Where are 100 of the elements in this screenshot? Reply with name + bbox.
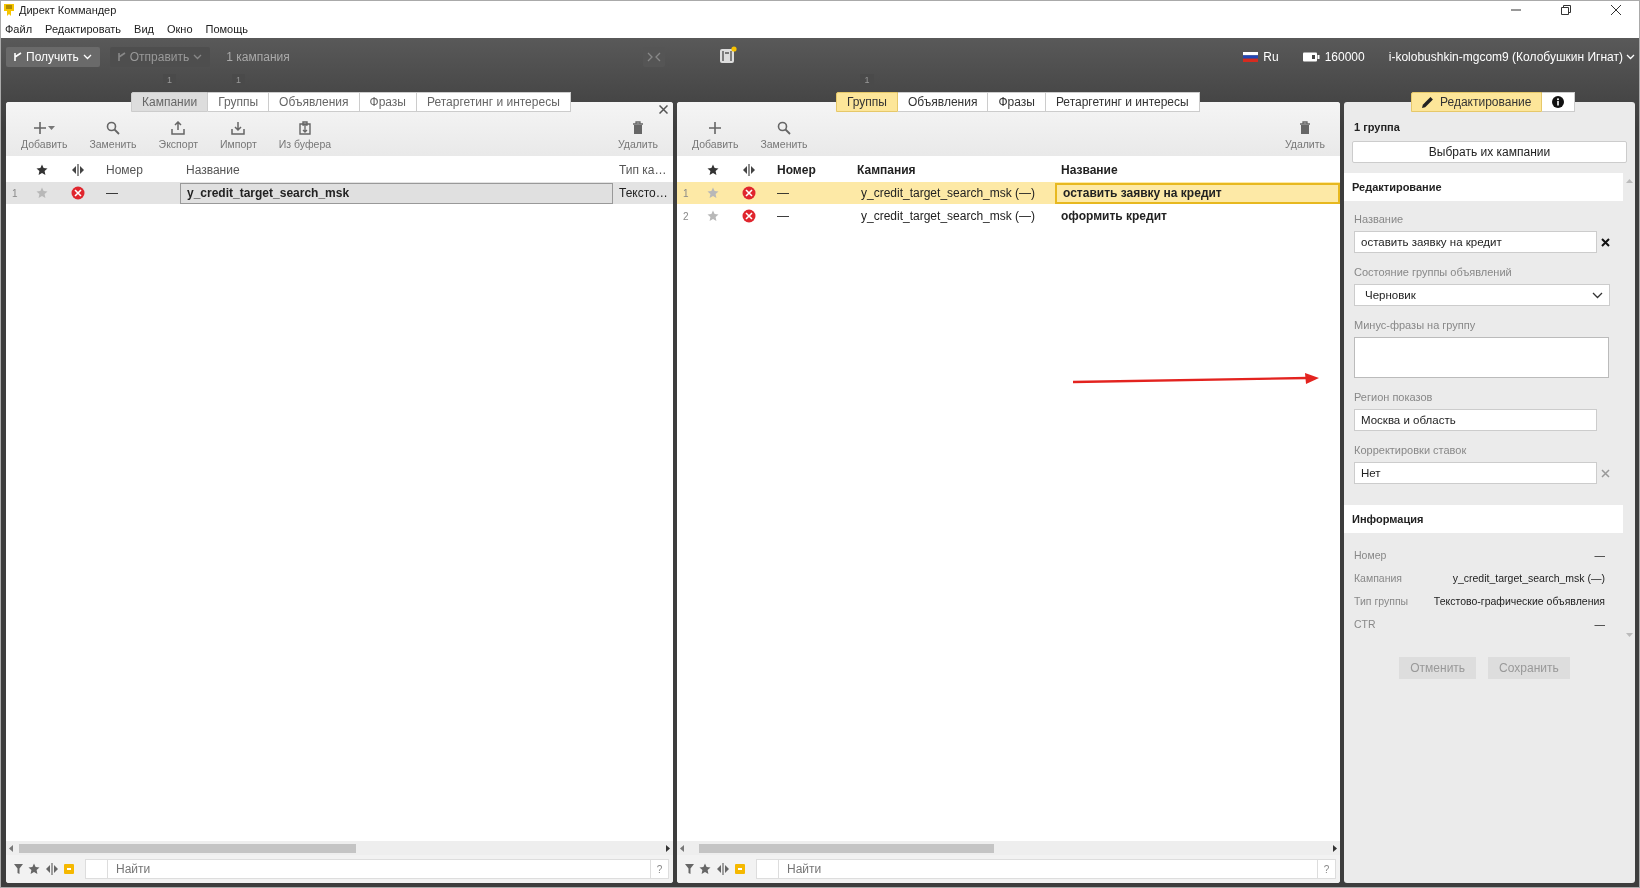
info-label: Кампания [1354, 571, 1403, 584]
tab[interactable]: Ретаргетинг и интересы [1045, 92, 1200, 112]
field-label: Состояние группы объявлений [1354, 266, 1513, 278]
flag-icon [1243, 51, 1259, 62]
points-count: 160000 [1324, 49, 1365, 64]
input-field[interactable]: Москва и область [1354, 409, 1597, 431]
star-icon [28, 863, 40, 875]
tab[interactable]: Фразы [359, 92, 417, 112]
window-title: Директ Коммандер [19, 4, 117, 16]
info-tab[interactable] [1542, 92, 1576, 112]
section-header: Информация [1344, 505, 1623, 533]
search-field[interactable]: Найти ? [85, 859, 669, 879]
table-cell-text: — [776, 209, 790, 223]
delete-button[interactable]: Удалить [608, 120, 667, 150]
close-icon[interactable] [659, 105, 668, 114]
scroll-left-icon[interactable] [680, 844, 684, 852]
table-row[interactable]: 2 — y_credit_target_search_msk (—) оформить кредит [677, 205, 1340, 227]
column-header[interactable]: Номер [771, 163, 851, 177]
menu-item[interactable]: Окно [166, 22, 193, 35]
column-header[interactable]: Тип ка… [613, 163, 673, 177]
table-row[interactable]: 1 — y_credit_target_search_msk (—) оставить заявку на кредит [677, 182, 1340, 204]
clear-icon[interactable] [1601, 237, 1610, 247]
menu-item[interactable]: Вид [134, 22, 154, 35]
tab[interactable]: Объявления [898, 92, 989, 112]
menu-item[interactable]: Файл [5, 22, 33, 35]
filter-icon[interactable] [685, 864, 694, 874]
star-icon [699, 863, 711, 875]
tab[interactable]: Группы [836, 92, 898, 112]
add-button[interactable]: Добавить [12, 120, 77, 150]
search-field[interactable]: Найти ? [756, 859, 1336, 879]
scroll-right-icon[interactable] [666, 844, 670, 852]
restore-icon[interactable] [1561, 5, 1571, 15]
select-campaigns-button[interactable]: Выбрать их кампании [1352, 141, 1627, 163]
row-number: 2 [682, 210, 690, 222]
info-value: Текстово-графические объявления [1433, 594, 1605, 607]
tab[interactable]: Группы [208, 92, 270, 112]
table-cell-text: y_credit_target_search_msk (—) [860, 186, 1037, 200]
chevron-down-icon [193, 53, 203, 60]
language-label[interactable]: Ru [1263, 49, 1279, 64]
tab[interactable]: Объявления [269, 92, 360, 112]
column-header[interactable]: Название [1055, 163, 1340, 177]
row-number: 1 [682, 187, 690, 199]
get-button[interactable]: Получить [6, 46, 100, 67]
help-button[interactable]: ? [1317, 860, 1335, 878]
info-value: — [1594, 548, 1605, 561]
scrollbar-thumb[interactable] [19, 843, 356, 853]
trash-icon [631, 121, 644, 135]
film-icon[interactable] [719, 46, 738, 64]
column-header[interactable]: Название [180, 163, 613, 177]
tab[interactable]: Фразы [988, 92, 1046, 112]
field-label: Корректировки ставок [1354, 444, 1468, 456]
close-icon[interactable] [1611, 5, 1621, 15]
tab[interactable]: Редактирование [1411, 92, 1543, 112]
user-name[interactable]: i-kolobushkin-mgcom9 (Колобушкин Игнат) [1388, 49, 1623, 64]
replace-button[interactable]: Заменить [751, 120, 817, 150]
column-header[interactable]: Кампания [851, 163, 1055, 177]
input-field[interactable]: оставить заявку на кредит [1354, 231, 1597, 253]
tab[interactable]: Кампании [131, 92, 209, 112]
scroll-left-icon[interactable] [9, 844, 13, 852]
trash-icon [1298, 121, 1311, 135]
export-button[interactable]: Экспорт [149, 120, 208, 150]
field-label: Минус-фразы на группу [1354, 319, 1477, 331]
input-field[interactable]: Нет [1354, 462, 1597, 484]
menu-item[interactable]: Помощь [205, 22, 248, 35]
info-label: CTR [1354, 617, 1376, 630]
filter-icon[interactable] [14, 864, 23, 874]
split-arrows-icon [742, 164, 756, 176]
plus-icon [33, 121, 48, 135]
split-arrows-icon [716, 863, 730, 875]
menu-item[interactable]: Редактировать [45, 22, 122, 35]
search-icon [777, 121, 791, 135]
dropdown[interactable]: Черновик [1354, 284, 1610, 306]
download-icon [231, 121, 246, 135]
info-value: y_credit_target_search_msk (—) [1452, 571, 1605, 584]
row-number: 1 [11, 187, 19, 199]
delete-button[interactable]: Удалить [1275, 120, 1334, 150]
help-button[interactable]: ? [650, 860, 668, 878]
column-header[interactable]: Номер [100, 163, 180, 177]
field-label: Название [1354, 213, 1405, 225]
split-arrows-icon [71, 164, 85, 176]
scrollbar-thumb[interactable] [698, 843, 995, 853]
scroll-right-icon[interactable] [1333, 844, 1337, 852]
table-cell-text: — [105, 186, 119, 200]
info-label: Тип группы [1354, 594, 1409, 607]
add-button[interactable]: Добавить [683, 120, 748, 150]
replace-button[interactable]: Заменить [80, 120, 146, 150]
star-icon [707, 164, 719, 176]
import-button[interactable]: Импорт [211, 120, 266, 150]
table-cell: y_credit_target_search_msk [180, 182, 613, 204]
selection-count: 1 группа [1353, 121, 1401, 133]
collapse-icon [647, 51, 662, 62]
table-row[interactable]: 1 — y_credit_target_search_msk Тексто… [6, 182, 673, 204]
chevron-down-icon [1626, 53, 1635, 60]
section-header: Редактирование [1344, 173, 1623, 201]
paste-button[interactable]: Из буфера [269, 120, 341, 150]
chevron-down-icon [82, 53, 92, 60]
table-cell: оставить заявку на кредит [1055, 182, 1340, 204]
split-arrows-icon [45, 863, 59, 875]
tab[interactable]: Ретаргетинг и интересы [417, 92, 571, 112]
table-cell-text: оформить кредит [1060, 209, 1168, 223]
